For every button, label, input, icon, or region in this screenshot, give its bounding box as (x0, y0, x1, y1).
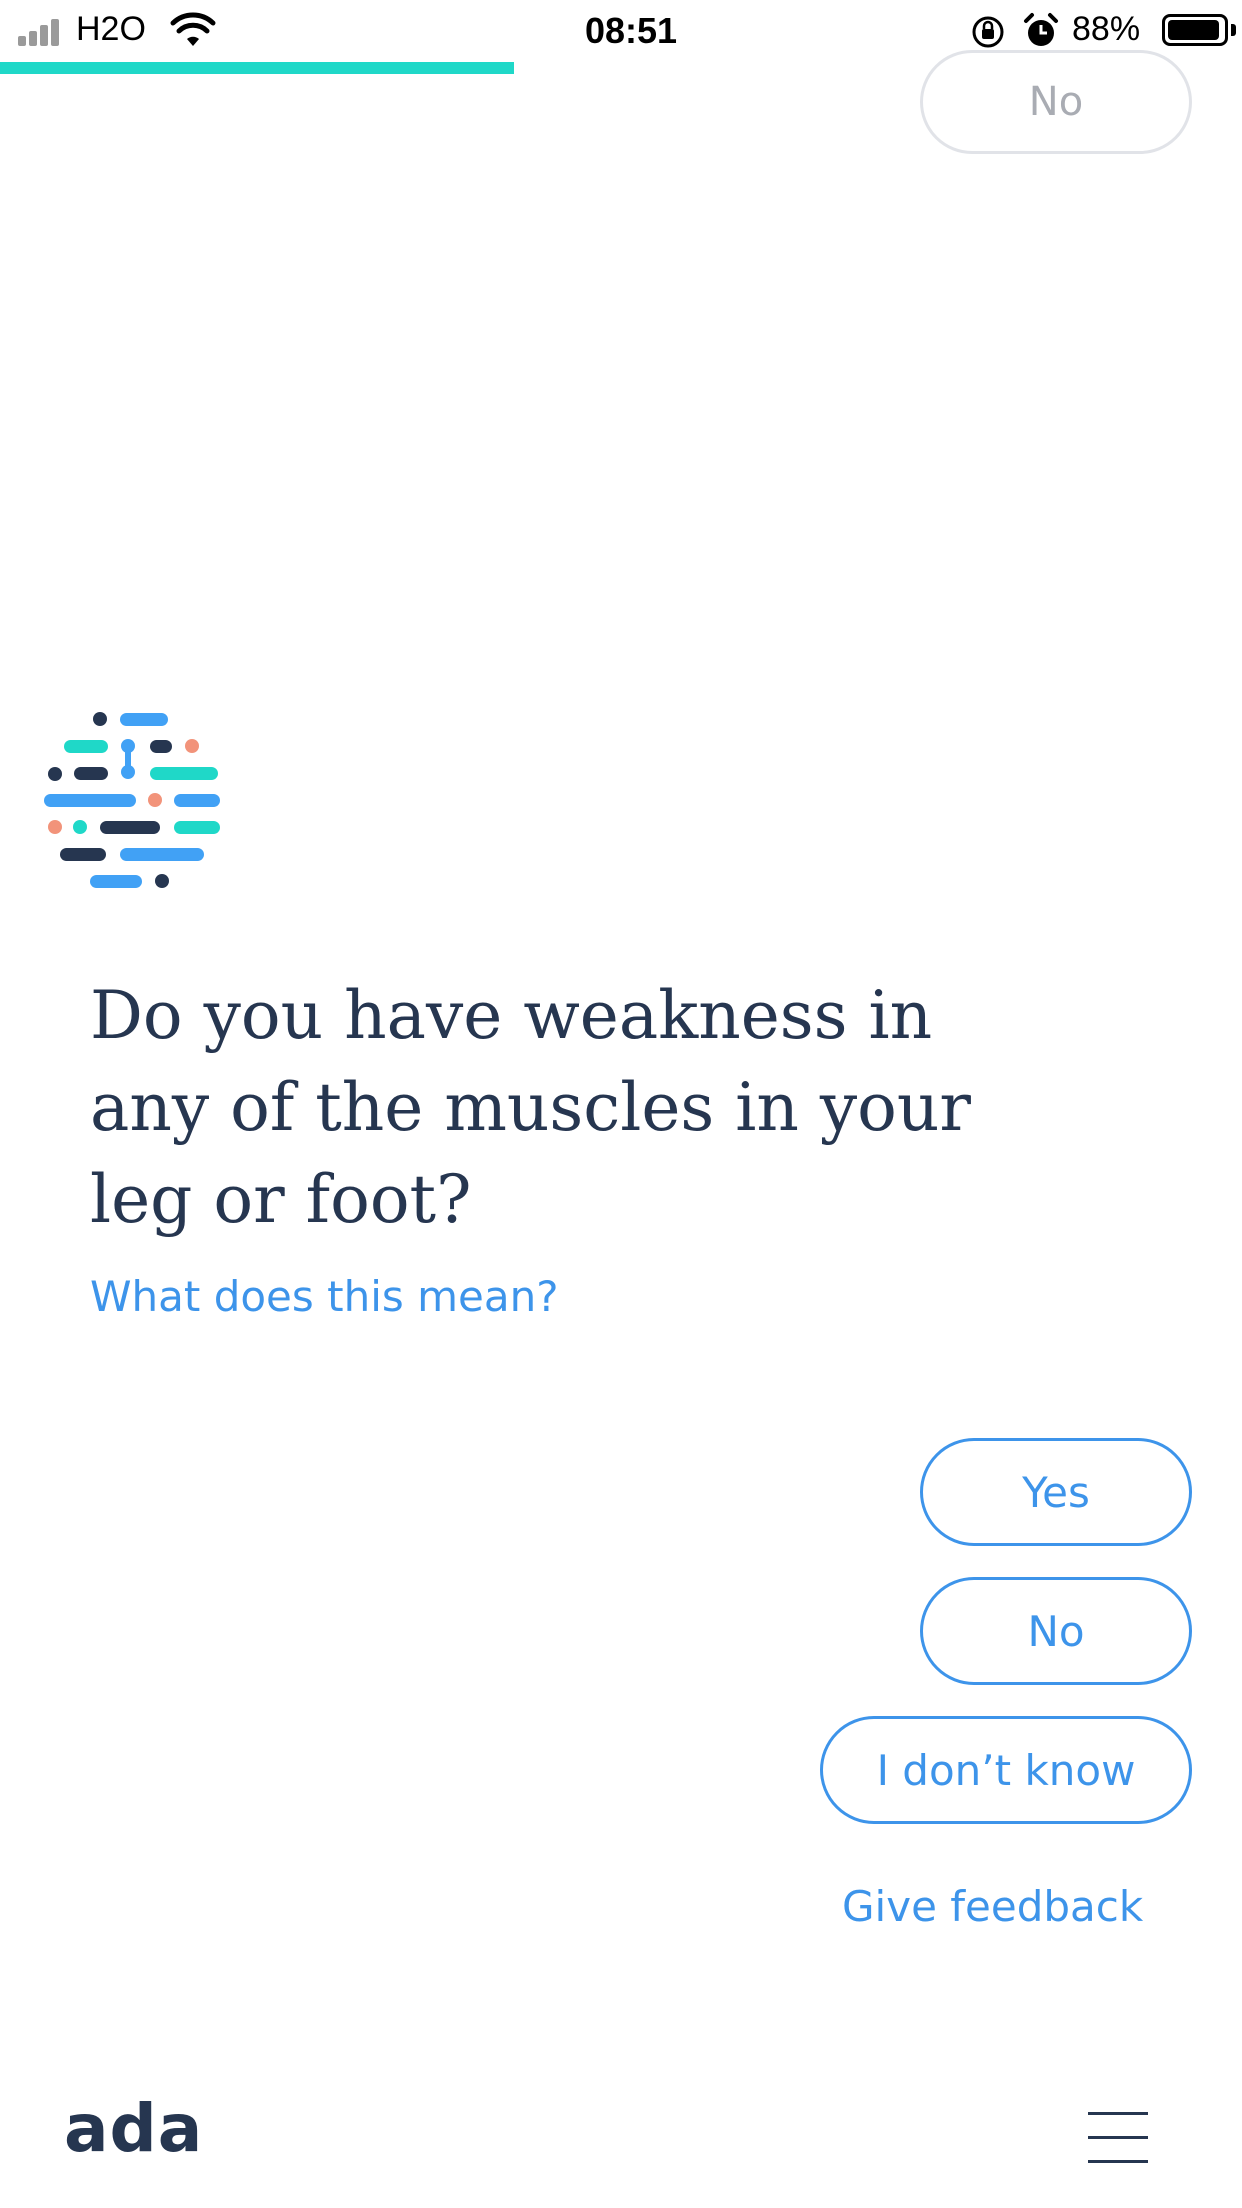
battery-percent: 88% (1072, 10, 1141, 48)
answer-dont-know-button[interactable]: I don’t know (820, 1716, 1192, 1824)
answer-no-button[interactable]: No (920, 1577, 1192, 1685)
progress-fill (0, 62, 515, 74)
answer-yes-button[interactable]: Yes (920, 1438, 1192, 1546)
give-feedback-link[interactable]: Give feedback (842, 1882, 1143, 1931)
battery-icon (1162, 14, 1228, 46)
alarm-clock-icon (1024, 13, 1058, 46)
ada-logo: ada (64, 2090, 204, 2167)
previous-answer-bubble: No (920, 50, 1192, 154)
hamburger-menu-icon[interactable] (1088, 2112, 1148, 2164)
question-text: Do you have weakness in any of the muscl… (90, 977, 971, 1238)
ada-assistant-avatar-icon (44, 712, 220, 888)
rotation-lock-icon (972, 16, 1004, 48)
what-does-this-mean-link[interactable]: What does this mean? (90, 1272, 559, 1321)
battery-tip (1231, 24, 1236, 36)
